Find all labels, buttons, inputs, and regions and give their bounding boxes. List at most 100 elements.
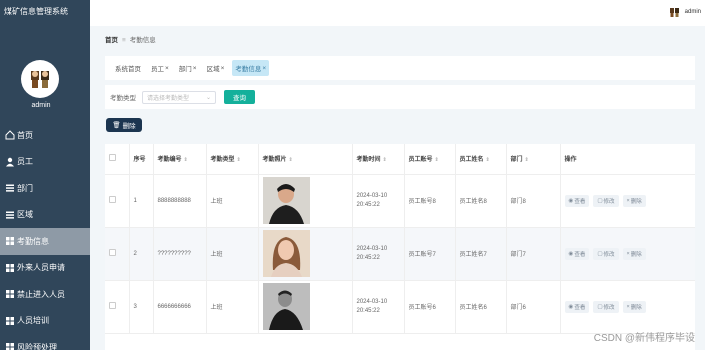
row-checkbox[interactable] (105, 280, 130, 334)
tab-label: 员工 (151, 66, 164, 73)
edit-icon: ▢ (597, 197, 603, 204)
close-icon[interactable]: × (165, 65, 169, 72)
sidebar-item-risk[interactable]: 风险预处理 (0, 334, 90, 350)
grid-icon (4, 342, 15, 350)
cell-photo (258, 227, 353, 281)
avatar[interactable] (21, 60, 59, 98)
attendance-photo[interactable] (262, 177, 310, 224)
sidebar-item-home[interactable]: 首页 (0, 122, 90, 149)
user-icon (4, 156, 15, 167)
cell-type: 上班 (206, 227, 259, 281)
breadcrumb-home[interactable]: 首页 (105, 37, 118, 44)
sort-icon[interactable]: ⇕ (383, 157, 387, 163)
col-label: 员工姓名 (459, 157, 484, 164)
cell-photo (258, 280, 353, 334)
delete-button[interactable]: × 删除 (622, 194, 646, 207)
main-content: 首页 ≡ 考勤信息 系统首页 员工 × 部门 × 区域 × 考勤信息 × 考勤类型 请选择考… (90, 26, 705, 350)
edit-button[interactable]: ▢ 修改 (593, 247, 619, 260)
sidebar-item-training[interactable]: 人员培训 (0, 308, 90, 335)
user-menu[interactable]: admin (669, 6, 701, 18)
edit-label: 修改 (603, 198, 615, 205)
row-checkbox[interactable] (105, 227, 130, 281)
grid-icon (4, 262, 15, 273)
col-label: 员工账号 (408, 157, 433, 164)
row-checkbox[interactable] (105, 174, 130, 228)
edit-icon: ▢ (597, 303, 603, 310)
sidebar-menu: 首页 员工 部门 区域 考勤信息 外来人员申请 禁止进入人员 人员培训 风险预处… (0, 122, 90, 350)
col-label: 考勤时间 (356, 157, 381, 164)
col-type[interactable]: 考勤类型 ⇕ (206, 144, 259, 175)
admin-name: admin (31, 102, 51, 109)
col-account[interactable]: 员工账号 ⇕ (404, 144, 456, 175)
attendance-photo[interactable] (262, 230, 310, 277)
col-time[interactable]: 考勤时间 ⇕ (352, 144, 405, 175)
sidebar-item-banned-persons[interactable]: 禁止进入人员 (0, 281, 90, 308)
sort-icon[interactable]: ⇕ (289, 157, 293, 163)
cell-time: 2024-03-10 20:45:22 (352, 280, 405, 334)
sort-icon[interactable]: ⇕ (486, 157, 490, 163)
col-photo[interactable]: 考勤照片 ⇕ (258, 144, 353, 175)
sidebar-item-employee[interactable]: 员工 (0, 149, 90, 176)
top-username: admin (684, 9, 701, 15)
table-row: 2 ?????????? 上班 2024-03-10 20:45:22 员工账号… (105, 227, 695, 281)
app-title: 煤矿信息管理系统 (4, 7, 68, 16)
edit-button[interactable]: ▢ 修改 (593, 300, 619, 313)
cell-type: 上班 (206, 174, 259, 228)
close-icon[interactable]: × (193, 65, 197, 72)
delete-label: 删除 (630, 198, 642, 205)
eye-icon: ◉ (568, 197, 574, 204)
tab-area[interactable]: 区域 × (205, 61, 227, 75)
sort-icon[interactable]: ⇕ (435, 157, 439, 163)
close-icon[interactable]: × (221, 65, 225, 72)
search-button[interactable]: 查询 (224, 90, 255, 104)
cell-type: 上班 (206, 280, 259, 334)
edit-label: 修改 (603, 251, 615, 258)
sidebar-item-label: 员工 (17, 157, 33, 167)
cell-index: 2 (129, 227, 154, 281)
sort-icon[interactable]: ⇕ (525, 157, 529, 163)
view-button[interactable]: ◉ 查看 (564, 300, 590, 313)
cell-photo (258, 174, 353, 228)
view-button[interactable]: ◉ 查看 (564, 247, 590, 260)
tab-label: 系统首页 (115, 66, 141, 73)
select-placeholder: 请选择考勤类型 (147, 95, 190, 102)
select-all-checkbox[interactable] (105, 144, 130, 175)
close-icon[interactable]: × (262, 65, 266, 72)
tab-employee[interactable]: 员工 × (149, 61, 171, 75)
tab-system-home[interactable]: 系统首页 (113, 61, 143, 75)
attendance-type-select[interactable]: 请选择考勤类型 ⌄ (142, 90, 216, 104)
tab-label: 考勤信息 (235, 66, 262, 73)
sidebar-item-label: 考勤信息 (17, 236, 49, 246)
cell-name: 员工姓名6 (455, 280, 507, 334)
delete-button[interactable]: × 删除 (622, 300, 646, 313)
grid-icon (4, 315, 15, 326)
sidebar-item-attendance[interactable]: 考勤信息 (0, 228, 90, 255)
cell-account: 员工账号8 (404, 174, 456, 228)
cell-code: 6666666666 (153, 280, 207, 334)
col-dept[interactable]: 部门 ⇕ (506, 144, 561, 175)
cell-account: 员工账号7 (404, 227, 456, 281)
sidebar-item-label: 首页 (17, 130, 33, 140)
eye-icon: ◉ (568, 250, 574, 257)
col-name[interactable]: 员工姓名 ⇕ (455, 144, 507, 175)
col-label: 考勤照片 (262, 157, 287, 164)
sidebar-item-department[interactable]: 部门 (0, 175, 90, 202)
col-code[interactable]: 考勤编号 ⇕ (153, 144, 207, 175)
trash-icon: 🗑 (112, 122, 121, 129)
delete-button[interactable]: × 删除 (622, 247, 646, 260)
edit-label: 修改 (603, 304, 615, 311)
cell-name: 员工姓名8 (455, 174, 507, 228)
breadcrumb: 首页 ≡ 考勤信息 (105, 34, 156, 44)
tab-attendance[interactable]: 考勤信息 × (232, 60, 270, 76)
list-icon (4, 183, 15, 194)
sidebar-item-visitor-application[interactable]: 外来人员申请 (0, 255, 90, 282)
batch-delete-button[interactable]: 🗑 删除 (106, 118, 142, 132)
sort-icon[interactable]: ⇕ (184, 157, 188, 163)
view-button[interactable]: ◉ 查看 (564, 194, 590, 207)
attendance-photo[interactable] (262, 283, 310, 330)
tab-department[interactable]: 部门 × (177, 61, 199, 75)
edit-button[interactable]: ▢ 修改 (593, 194, 619, 207)
sidebar-item-area[interactable]: 区域 (0, 202, 90, 229)
sort-icon[interactable]: ⇕ (237, 157, 241, 163)
table-row: 3 6666666666 上班 2024-03-10 20:45:22 员工账号… (105, 280, 695, 334)
